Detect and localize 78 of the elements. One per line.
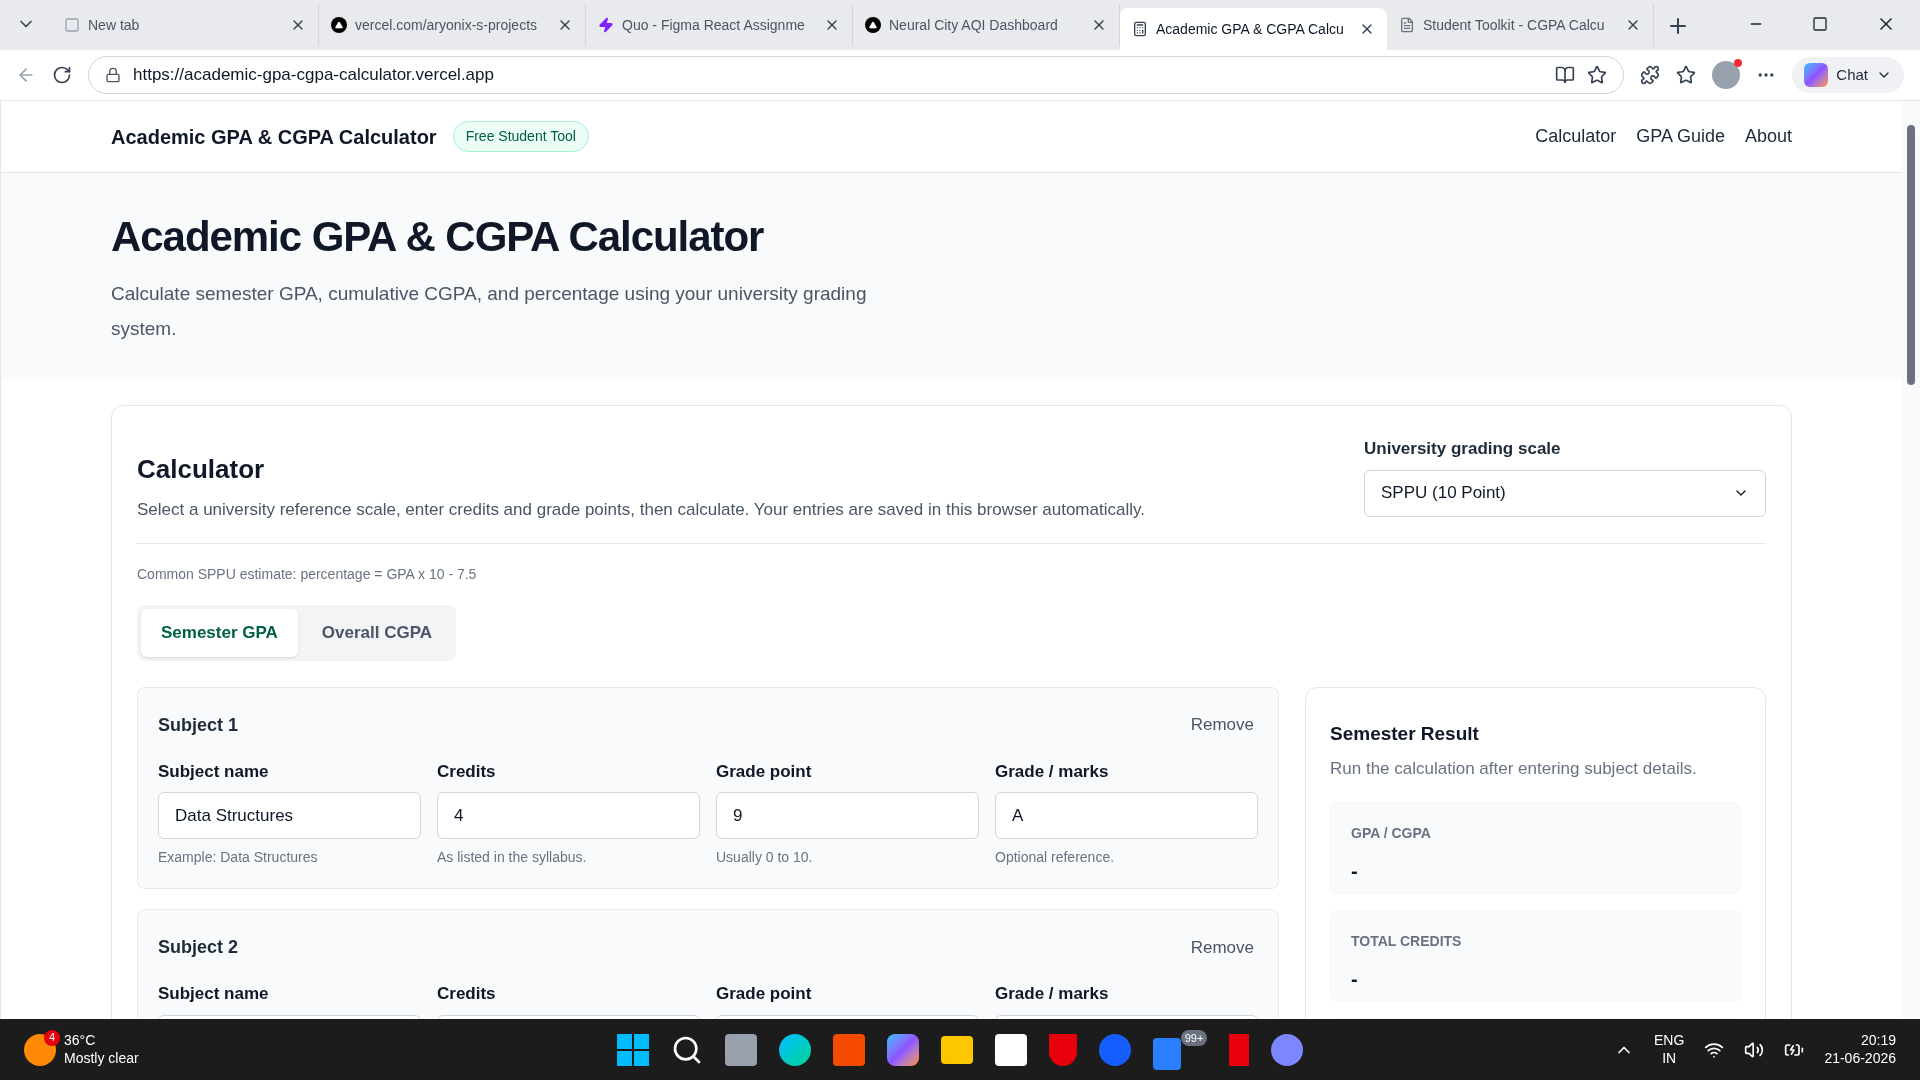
- stat-label: GPA / CGPA: [1351, 823, 1432, 843]
- mode-tab[interactable]: Semester GPA: [141, 608, 298, 657]
- weather-temp: 36°C: [64, 1032, 97, 1050]
- tab-title: Student Toolkit - CGPA Calcu: [1423, 15, 1606, 35]
- weather-badge: 4: [44, 1029, 60, 1046]
- tab-title: New tab: [88, 15, 141, 35]
- address-bar[interactable]: https://academic-gpa-cgpa-calculator.vercel.app: [88, 56, 1625, 94]
- reader-icon[interactable]: [1555, 65, 1576, 85]
- mode-tab[interactable]: Overall CGPA: [301, 608, 453, 657]
- browser-tab[interactable]: Quo - Figma React Assignme: [586, 4, 853, 46]
- section-title: Calculator: [137, 453, 266, 486]
- nav-link[interactable]: About: [1744, 123, 1792, 150]
- remove-button[interactable]: Remove: [1190, 934, 1258, 961]
- browser-tab[interactable]: Student Toolkit - CGPA Calcu: [1387, 4, 1654, 46]
- input-field[interactable]: A: [995, 792, 1258, 839]
- site-brand[interactable]: Academic GPA & CGPA Calculator: [111, 121, 437, 152]
- weather-condition: Mostly clear: [64, 1049, 139, 1067]
- profile-avatar[interactable]: [1712, 61, 1741, 89]
- maximize-icon[interactable]: [1812, 16, 1828, 32]
- volume-icon[interactable]: [1744, 1039, 1765, 1060]
- nav-link[interactable]: GPA Guide: [1636, 123, 1725, 150]
- tab-title: Academic GPA & CGPA Calcu: [1156, 19, 1345, 39]
- field-label: Credits: [437, 983, 497, 1005]
- chat-button[interactable]: Chat: [1792, 57, 1904, 93]
- favorite-icon[interactable]: [1587, 65, 1608, 85]
- page-icon: [64, 17, 80, 33]
- field-label: Credits: [437, 760, 497, 783]
- extensions-icon[interactable]: [1640, 65, 1661, 85]
- stat-label: TOTAL CREDITS: [1351, 931, 1463, 951]
- stat-value: -: [1351, 858, 1359, 884]
- nav-link[interactable]: Calculator: [1535, 123, 1617, 150]
- shield-icon[interactable]: [1048, 1033, 1077, 1066]
- calculator-icon: [1132, 21, 1148, 37]
- result-description: Run the calculation after entering subject details.: [1330, 758, 1698, 780]
- result-title: Semester Result: [1330, 721, 1480, 746]
- field-label: Subject name: [158, 760, 270, 783]
- remove-button[interactable]: Remove: [1190, 712, 1258, 738]
- tab-title: Quo - Figma React Assignme: [622, 15, 806, 35]
- favorites-icon[interactable]: [1676, 65, 1697, 85]
- subject-title: Subject 2: [158, 936, 239, 959]
- language-code[interactable]: ENG: [1654, 1032, 1685, 1050]
- mail-badge: 99+: [1180, 1029, 1208, 1046]
- region-code[interactable]: IN: [1654, 1049, 1685, 1067]
- clock-time[interactable]: 20:19: [1824, 1032, 1896, 1050]
- field-hint: Optional reference.: [995, 848, 1116, 867]
- field-hint: Example: Data Structures: [158, 848, 319, 867]
- field-label: Subject name: [158, 983, 270, 1005]
- tab-title: vercel.com/aryonix-s-projects: [355, 15, 539, 35]
- input-field[interactable]: 9: [716, 792, 979, 839]
- scrollbar[interactable]: [1902, 101, 1920, 1019]
- input-field[interactable]: 4: [437, 792, 700, 839]
- scale-select[interactable]: SPPU (10 Point): [1364, 469, 1766, 517]
- reload-icon[interactable]: [52, 65, 72, 85]
- estimate-note: Common SPPU estimate: percentage = GPA x 10 - 7.5: [137, 564, 478, 584]
- section-description: Select a university reference scale, enter credits and grade points, then calculate. Your entries are saved in this browser automatically.: [137, 499, 1145, 521]
- field-label: Grade point: [716, 983, 813, 1005]
- field-label: Grade point: [716, 760, 813, 783]
- tab-title: Neural City AQI Dashboard: [889, 15, 1059, 35]
- bolt-icon: [598, 17, 614, 33]
- site-badge: Free Student Tool: [452, 121, 589, 152]
- page-title: Academic GPA & CGPA Calculator: [111, 212, 765, 262]
- input-field[interactable]: Data Structures: [158, 792, 421, 839]
- scale-label: University grading scale: [1364, 438, 1562, 460]
- lock-icon[interactable]: [105, 67, 121, 83]
- start-icon[interactable]: [616, 1033, 649, 1066]
- clock-date[interactable]: 21-06-2026: [1824, 1049, 1896, 1067]
- stat-value: -: [1351, 966, 1359, 992]
- field-label: Grade / marks: [995, 983, 1110, 1005]
- field-hint: Usually 0 to 10.: [716, 848, 814, 867]
- browser-tab[interactable]: Academic GPA & CGPA Calcu: [1120, 8, 1387, 50]
- browser-tab[interactable]: New tab: [52, 4, 319, 46]
- browser-tab[interactable]: vercel.com/aryonix-s-projects: [319, 4, 586, 46]
- document-icon: [1399, 17, 1415, 33]
- field-label: Grade / marks: [995, 760, 1110, 783]
- subject-title: Subject 1: [158, 713, 239, 737]
- field-hint: As listed in the syllabus.: [437, 848, 588, 867]
- folder-icon[interactable]: [940, 1035, 973, 1064]
- page-subtitle: Calculate semester GPA, cumulative CGPA, and percentage using your university grading system.: [111, 281, 868, 341]
